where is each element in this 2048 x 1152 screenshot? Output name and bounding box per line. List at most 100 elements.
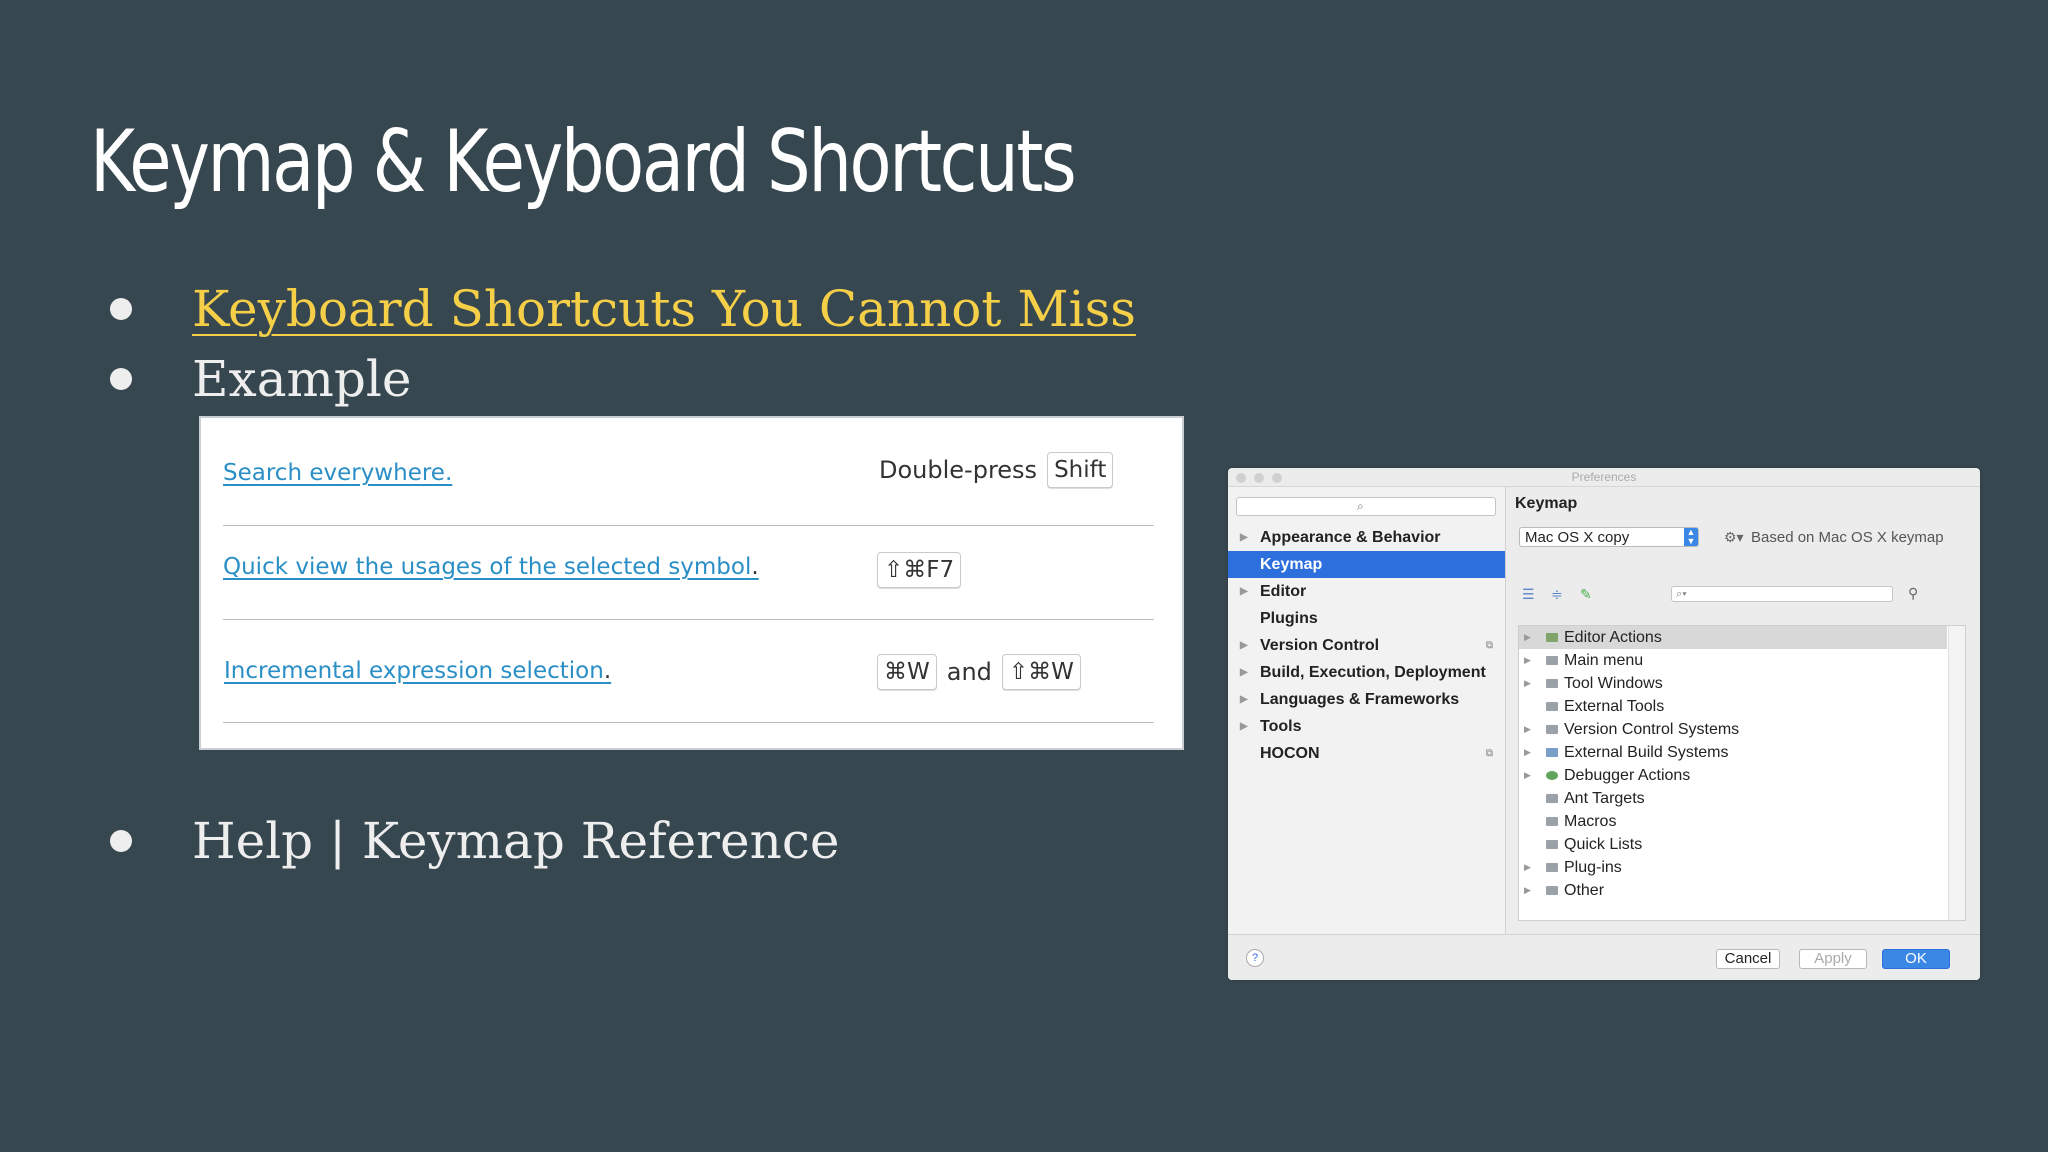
expand-arrow-icon[interactable]: ▶ <box>1240 524 1248 551</box>
keymap-actions-tree: ▶ Editor Actions ▶ Main menu ▶ Tool Windows… <box>1518 625 1966 921</box>
key-cap: ⌘W <box>877 654 937 690</box>
expand-arrow-icon[interactable]: ▶ <box>1240 713 1248 740</box>
settings-search-input[interactable]: ⌕ <box>1236 497 1496 516</box>
nav-item-keymap[interactable]: Keymap <box>1228 551 1505 578</box>
tree-node-main-menu[interactable]: ▶ Main menu <box>1519 649 1947 672</box>
folder-icon <box>1546 725 1558 734</box>
cancel-button[interactable]: Cancel <box>1716 949 1780 969</box>
keymap-heading: Keymap <box>1515 495 1578 512</box>
based-on-label: Based on Mac OS X keymap <box>1751 529 1944 546</box>
nav-item-label: HOCON <box>1260 745 1320 762</box>
folder-icon <box>1546 794 1558 803</box>
nav-item-label: Version Control <box>1260 637 1380 654</box>
edit-shortcut-icon[interactable]: ✎ <box>1580 586 1592 603</box>
tree-node-other[interactable]: ▶ Other <box>1519 879 1947 902</box>
folder-icon <box>1546 840 1558 849</box>
tree-node-plug-ins[interactable]: ▶ Plug-ins <box>1519 856 1947 879</box>
folder-icon <box>1546 702 1558 711</box>
tree-node-macros[interactable]: Macros <box>1519 810 1947 833</box>
zoom-window-button[interactable] <box>1272 473 1282 483</box>
expand-all-icon[interactable]: ☰ <box>1522 586 1535 603</box>
nav-item-version-control[interactable]: ▶ Version Control ⧉ <box>1228 632 1505 659</box>
shortcut-action-link[interactable]: Search everywhere. <box>223 460 452 486</box>
nav-item-label: Plugins <box>1260 610 1318 627</box>
expand-arrow-icon[interactable]: ▶ <box>1240 632 1248 659</box>
expand-arrow-icon[interactable]: ▶ <box>1524 741 1531 764</box>
nav-item-label: Tools <box>1260 718 1302 735</box>
help-keymap-reference: Help | Keymap Reference <box>192 812 840 870</box>
tree-node-label: Other <box>1564 882 1605 899</box>
select-stepper-icon: ▲ ▼ <box>1684 528 1698 546</box>
tree-node-editor-actions[interactable]: ▶ Editor Actions <box>1519 626 1947 649</box>
tree-node-debugger-actions[interactable]: ▶ Debugger Actions <box>1519 764 1947 787</box>
expand-arrow-icon[interactable]: ▶ <box>1524 672 1531 695</box>
nav-item-hocon[interactable]: HOCON ⧉ <box>1228 740 1505 767</box>
nav-item-label: Build, Execution, Deployment <box>1260 664 1486 681</box>
expand-arrow-icon[interactable]: ▶ <box>1240 578 1248 605</box>
shortcut-suffix: . <box>751 554 759 580</box>
shortcuts-link[interactable]: Keyboard Shortcuts You Cannot Miss <box>192 280 1136 338</box>
debugger-bug-icon <box>1546 771 1558 780</box>
bullet-shortcuts-link: Keyboard Shortcuts You Cannot Miss <box>110 280 1136 338</box>
bullet-help: Help | Keymap Reference <box>110 812 839 870</box>
slide-title: Keymap & Keyboard Shortcuts <box>90 112 1077 212</box>
bullet-dot <box>110 368 132 390</box>
preferences-window: Preferences ⌕ ▶ Appearance & Behavior Key… <box>1228 468 1980 980</box>
folder-icon <box>1546 886 1558 895</box>
nav-item-tools[interactable]: ▶ Tools <box>1228 713 1505 740</box>
keymap-select[interactable]: Mac OS X copy ▲ ▼ <box>1519 527 1699 547</box>
expand-arrow-icon[interactable]: ▶ <box>1524 856 1531 879</box>
nav-item-plugins[interactable]: Plugins <box>1228 605 1505 632</box>
help-button[interactable]: ? <box>1246 949 1264 967</box>
collapse-all-icon[interactable]: ≑ <box>1551 586 1563 603</box>
example-label: Example <box>192 350 412 408</box>
nav-item-appearance-behavior[interactable]: ▶ Appearance & Behavior <box>1228 524 1505 551</box>
tree-node-version-control-systems[interactable]: ▶ Version Control Systems <box>1519 718 1947 741</box>
row-divider <box>223 525 1154 526</box>
find-by-shortcut-icon[interactable]: ⚲ <box>1908 585 1918 602</box>
shortcut-row: Search everywhere. Double-press Shift <box>223 444 1154 526</box>
ok-button[interactable]: OK <box>1882 949 1950 969</box>
shortcut-row: Incremental expression selection. ⌘W and… <box>223 640 1154 723</box>
expand-arrow-icon[interactable]: ▶ <box>1524 879 1531 902</box>
shortcut-keys: Double-press Shift <box>879 452 1114 488</box>
key-cap: ⇧⌘F7 <box>877 552 962 588</box>
tree-node-label: Version Control Systems <box>1564 721 1740 738</box>
bullet-dot <box>110 298 132 320</box>
nav-item-editor[interactable]: ▶ Editor <box>1228 578 1505 605</box>
nav-item-languages-frameworks[interactable]: ▶ Languages & Frameworks <box>1228 686 1505 713</box>
nav-item-build-execution-deployment[interactable]: ▶ Build, Execution, Deployment <box>1228 659 1505 686</box>
shortcut-action-link[interactable]: Quick view the usages of the selected sy… <box>223 554 751 580</box>
expand-arrow-icon[interactable]: ▶ <box>1240 686 1248 713</box>
shortcut-row: Quick view the usages of the selected sy… <box>223 538 1154 620</box>
gear-icon[interactable]: ⚙▾ <box>1724 529 1744 546</box>
tree-node-tool-windows[interactable]: ▶ Tool Windows <box>1519 672 1947 695</box>
expand-arrow-icon[interactable]: ▶ <box>1524 764 1531 787</box>
keymap-panel: Keymap Mac OS X copy ▲ ▼ ⚙▾ Based on Mac … <box>1506 487 1980 935</box>
bullet-dot <box>110 830 132 852</box>
tree-node-external-build-systems[interactable]: ▶ External Build Systems <box>1519 741 1947 764</box>
tree-scrollbar[interactable] <box>1948 626 1965 920</box>
folder-icon <box>1546 863 1558 872</box>
shortcut-example-card: Search everywhere. Double-press Shift Qu… <box>199 416 1184 750</box>
folder-icon <box>1546 633 1558 642</box>
tree-node-external-tools[interactable]: External Tools <box>1519 695 1947 718</box>
tree-node-label: Tool Windows <box>1564 675 1663 692</box>
minimize-window-button[interactable] <box>1254 473 1264 483</box>
expand-arrow-icon[interactable]: ▶ <box>1240 659 1248 686</box>
shortcut-action-link[interactable]: Incremental expression selection <box>224 658 604 684</box>
dialog-button-bar: ? Cancel Apply OK <box>1228 934 1980 980</box>
keymap-filter-input[interactable]: ⌕▾ <box>1671 586 1893 602</box>
expand-arrow-icon[interactable]: ▶ <box>1524 718 1531 741</box>
tree-node-label: External Tools <box>1564 698 1665 715</box>
close-window-button[interactable] <box>1236 473 1246 483</box>
tree-node-quick-lists[interactable]: Quick Lists <box>1519 833 1947 856</box>
expand-arrow-icon[interactable]: ▶ <box>1524 649 1531 672</box>
apply-button[interactable]: Apply <box>1799 949 1867 969</box>
tree-node-ant-targets[interactable]: Ant Targets <box>1519 787 1947 810</box>
tree-node-label: Quick Lists <box>1564 836 1643 853</box>
key-cap: ⇧⌘W <box>1001 654 1081 690</box>
project-settings-icon: ⧉ <box>1485 748 1493 759</box>
build-icon <box>1546 748 1558 757</box>
expand-arrow-icon[interactable]: ▶ <box>1524 626 1531 649</box>
